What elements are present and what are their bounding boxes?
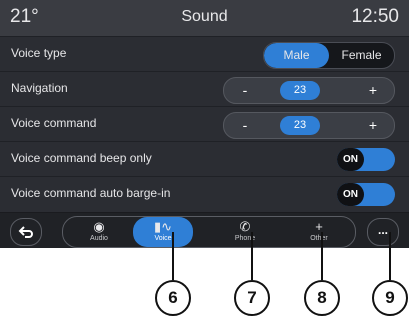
callout-7: 7 (234, 280, 270, 316)
callout-9-leader (389, 232, 391, 280)
voice-command-decrease-button[interactable]: - (230, 113, 260, 138)
tab-audio[interactable]: ◉ Audio (69, 217, 129, 247)
navigation-label: Navigation (11, 81, 68, 95)
phone-icon: ✆ (239, 219, 251, 234)
voice-type-female-option[interactable]: Female (329, 43, 394, 68)
beep-only-row: Voice command beep only ON (0, 141, 409, 177)
sound-settings-screen: 21° Sound 12:50 Voice type Male Female N… (0, 0, 409, 248)
auto-barge-in-toggle-state: ON (337, 183, 364, 206)
voice-command-volume-value[interactable]: 23 (280, 116, 320, 135)
bottom-nav-bar: ◉ Audio ▮∿ Voice ✆ Phone + Other ... (0, 212, 409, 248)
callout-8-leader (321, 232, 323, 280)
beep-only-toggle[interactable]: ON (337, 148, 395, 171)
auto-barge-in-label: Voice command auto barge-in (11, 186, 171, 200)
callout-7-leader (251, 232, 253, 280)
tab-voice-label: Voice (154, 235, 172, 242)
beep-only-toggle-state: ON (337, 148, 364, 171)
back-button[interactable] (10, 218, 42, 246)
tab-phone-label: Phone (234, 235, 256, 242)
voice-type-male-option[interactable]: Male (264, 43, 329, 68)
header-bar: 21° Sound 12:50 (0, 0, 409, 36)
voice-command-volume-stepper: - 23 + (223, 112, 395, 139)
callout-8: 8 (304, 280, 340, 316)
auto-barge-in-toggle[interactable]: ON (337, 183, 395, 206)
page-title: Sound (181, 8, 228, 25)
navigation-volume-value[interactable]: 23 (280, 81, 320, 100)
callout-6-leader (172, 232, 174, 280)
more-options-button[interactable]: ... (367, 218, 399, 246)
tab-audio-label: Audio (90, 235, 108, 242)
tab-other-label: Other (310, 235, 328, 242)
navigation-increase-button[interactable]: + (358, 78, 388, 103)
tab-voice[interactable]: ▮∿ Voice (133, 217, 193, 247)
voice-icon: ▮∿ (153, 219, 173, 234)
clock: 12:50 (351, 6, 399, 27)
sound-tabs: ◉ Audio ▮∿ Voice ✆ Phone + Other (62, 216, 356, 248)
callout-9: 9 (372, 280, 408, 316)
tab-other[interactable]: + Other (289, 217, 349, 247)
navigation-volume-row: Navigation - 23 + (0, 71, 409, 107)
voice-command-volume-row: Voice command - 23 + (0, 106, 409, 142)
voice-type-row: Voice type Male Female (0, 36, 409, 72)
callout-6: 6 (155, 280, 191, 316)
auto-barge-in-row: Voice command auto barge-in ON (0, 176, 409, 212)
voice-type-label: Voice type (11, 46, 67, 60)
navigation-volume-stepper: - 23 + (223, 77, 395, 104)
voice-command-label: Voice command (11, 116, 97, 130)
plus-icon: + (315, 219, 323, 234)
voice-command-increase-button[interactable]: + (358, 113, 388, 138)
tab-phone[interactable]: ✆ Phone (215, 217, 275, 247)
beep-only-label: Voice command beep only (11, 151, 152, 165)
audio-icon: ◉ (93, 219, 105, 234)
back-arrow-icon (18, 226, 33, 238)
navigation-decrease-button[interactable]: - (230, 78, 260, 103)
voice-type-selector: Male Female (263, 42, 395, 69)
